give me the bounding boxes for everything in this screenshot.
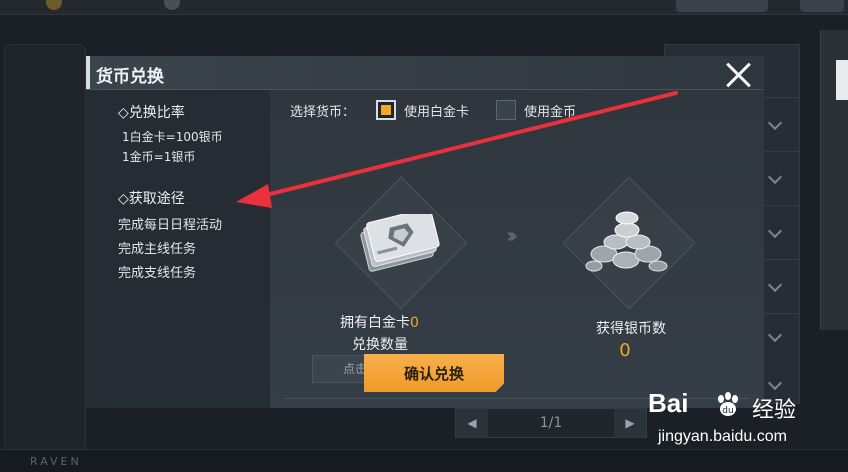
- currency-icon: [164, 0, 180, 10]
- double-chevron-right-icon: ››: [506, 224, 518, 249]
- brand-text: RAVEN: [30, 455, 82, 468]
- exchange-quantity-label: 兑换数量: [352, 337, 408, 353]
- way-item: 完成主线任务: [118, 242, 197, 257]
- top-button[interactable]: [676, 0, 768, 12]
- silver-gained-label: 获得银币数: [596, 321, 666, 337]
- exchange-panel: 选择货币： 使用白金卡 使用金币 ›› 拥有白金卡0 兑换数量 点击输入白金卡数…: [270, 90, 764, 408]
- ratio-title: ◇兑换比率: [118, 105, 185, 121]
- silver-gained-value: 0: [619, 340, 631, 361]
- top-button[interactable]: [800, 0, 844, 12]
- info-panel: ◇兑换比率 1白金卡=100银币 1金币=1银币 ◇获取途径 完成每日日程活动 …: [86, 90, 270, 408]
- next-page-button[interactable]: ▶: [614, 409, 646, 437]
- background-side-tab: [836, 60, 848, 100]
- way-item: 完成每日日程活动: [118, 218, 223, 233]
- background-left-panel: [4, 44, 86, 451]
- currency-icon: [46, 0, 62, 10]
- owned-cards-value: 0: [410, 315, 419, 331]
- select-currency-label: 选择货币：: [290, 105, 356, 120]
- ratio-line: 1金币=1银币: [122, 150, 196, 164]
- baidu-watermark: Bai du 经验 jingyan.baidu.com: [648, 388, 844, 456]
- gold-coin-checkbox[interactable]: [496, 100, 516, 120]
- ratio-line: 1白金卡=100银币: [122, 130, 223, 144]
- owned-cards-line: 拥有白金卡0: [340, 312, 419, 332]
- platinum-card-icon: [360, 214, 440, 272]
- dialog-title: 货币兑换: [96, 67, 164, 87]
- owned-cards-label: 拥有白金卡: [340, 315, 410, 331]
- ways-title: ◇获取途径: [118, 191, 185, 207]
- silver-coins-icon: [585, 211, 668, 272]
- paw-icon: du: [718, 392, 738, 416]
- top-bar: [0, 0, 848, 15]
- dialog-header: 货币兑换: [86, 56, 764, 90]
- way-item: 完成支线任务: [118, 266, 197, 281]
- gold-coin-option-label[interactable]: 使用金币: [524, 101, 576, 120]
- platinum-card-checkbox[interactable]: [376, 100, 396, 120]
- watermark-logo-text: Bai: [648, 388, 689, 418]
- watermark-url: jingyan.baidu.com: [658, 428, 787, 445]
- pager: ◀ 1/1 ▶: [455, 408, 647, 438]
- watermark-logo-cn: 经验: [752, 398, 797, 423]
- confirm-exchange-button[interactable]: 确认兑换: [364, 354, 504, 392]
- close-icon[interactable]: [724, 61, 752, 89]
- svg-text:du: du: [722, 406, 733, 416]
- header-accent: [86, 56, 90, 89]
- platinum-card-option-label[interactable]: 使用白金卡: [404, 101, 469, 120]
